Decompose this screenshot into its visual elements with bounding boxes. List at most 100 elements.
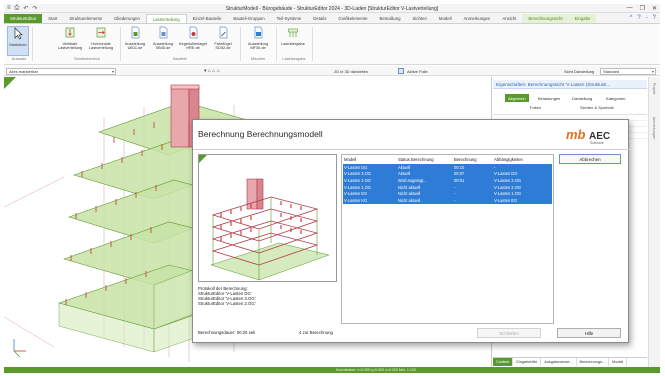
view-2d-in-3d-checkbox[interactable] xyxy=(398,68,404,74)
ribbon-separator xyxy=(32,27,33,61)
wing-sd52-button[interactable]: Fahrflügel SD52.de xyxy=(210,26,236,51)
tab-berechnungssicht[interactable]: Berechnungssicht xyxy=(522,14,569,23)
tab-anmerkungen[interactable]: Anmerkungen xyxy=(458,14,497,23)
tab-details[interactable]: Details xyxy=(307,14,332,23)
ribbon: Markieren Vertikale Lastverteilung Horiz… xyxy=(4,24,660,65)
tab-berechnungen[interactable]: Berechnungs... xyxy=(577,358,610,366)
document-icon xyxy=(131,26,140,39)
tab-grafikelemente[interactable]: Grafikelemente xyxy=(332,14,373,23)
tab-belastungen[interactable]: Belastungen xyxy=(535,94,563,102)
group-label-lastuebergabe: Lastübergabe xyxy=(282,57,306,61)
tab-darstellung[interactable]: Darstellung xyxy=(569,94,595,102)
display-style-select[interactable]: Standard ▾ xyxy=(600,67,656,75)
tab-einzel-bauteile[interactable]: Einzel-Bauteile xyxy=(187,14,228,23)
chevron-down-icon: ▾ xyxy=(651,69,654,74)
group-label-strukturbereich: Strukturbereich xyxy=(74,57,100,61)
properties-header: Eigenschaften: Berechnungssicht 'V-Laste… xyxy=(493,80,647,89)
tab-strukturelemente[interactable]: Strukturelemente xyxy=(63,14,108,23)
group-label-mischen: Mischen xyxy=(250,57,266,61)
maximize-button[interactable]: ❐ xyxy=(640,5,645,12)
tab-bemassung[interactable]: Bemaßung xyxy=(374,14,407,23)
svg-text:mb: mb xyxy=(566,127,586,142)
tab-sichten[interactable]: Sichten xyxy=(407,14,433,23)
bearing-hre-button[interactable]: Kegelrollierlager HRE.de xyxy=(178,26,208,51)
view-toolbar: Alles markierbar ▾ ▾ ⌂ ⌂ ⌂ 2D in 3D darst… xyxy=(4,66,660,76)
info-icon[interactable]: ? xyxy=(653,15,656,21)
tab-allgemein[interactable]: Allgemein xyxy=(505,94,529,102)
side-tab-anmerkungen[interactable]: Anmerkungen xyxy=(652,117,656,139)
tab-eingabe[interactable]: Eingabe xyxy=(568,14,597,23)
ribbon-separator xyxy=(312,27,313,61)
ribbon-separator xyxy=(120,27,121,61)
group-label-bauteile: Bauteile xyxy=(173,57,187,61)
tab-folien[interactable]: Folien xyxy=(527,103,544,111)
tab-bauteil-gruppen[interactable]: Bauteil-Gruppen xyxy=(227,14,270,23)
tab-content[interactable]: Content xyxy=(493,358,514,366)
ribbon-tab-bar: StrukturEditor Start Strukturelemente Gl… xyxy=(4,13,660,24)
side-tab-strip: Projekt Anmerkungen xyxy=(648,77,660,367)
window-controls: — ❐ ✕ xyxy=(627,5,657,12)
svg-text:Software: Software xyxy=(590,141,604,145)
table-row[interactable]: V-Lasten EG Nicht aktuell - V-Lasten 1.O… xyxy=(343,190,552,197)
tab-start[interactable]: Start xyxy=(42,14,63,23)
tab-teil-systeme[interactable]: Teil-Systeme xyxy=(271,14,308,23)
tab-modell-panel[interactable]: Modell xyxy=(609,358,628,366)
load-transfer-button[interactable]: Lastübergabe xyxy=(278,26,308,46)
table-row[interactable]: V-Lasten KG Nicht aktuell - V-Lasten EG xyxy=(343,197,552,204)
tab-file[interactable]: StrukturEditor xyxy=(4,14,43,23)
model-preview xyxy=(198,154,337,282)
cursor-icon xyxy=(14,27,23,40)
chevron-down-icon: ▾ xyxy=(111,69,114,74)
table-row[interactable]: V-Lasten 1.OG Nicht aktuell - V-Lasten 2… xyxy=(343,183,552,191)
ribbon-separator xyxy=(240,27,241,61)
table-row[interactable]: V-Lasten DG Aktuell 00:10 - xyxy=(343,164,552,171)
tab-eingabehilfe[interactable]: Eingabehilfe xyxy=(513,358,542,366)
status-text: Koordinaten: x=0.000 y=0.000 z=0.000 Mst… xyxy=(336,367,416,372)
collapse-ribbon-icon[interactable]: ^ xyxy=(629,15,632,21)
tab-modell[interactable]: Modell xyxy=(433,14,458,23)
tab-lastverteilung[interactable]: Lastverteilung xyxy=(145,14,187,23)
document-icon xyxy=(159,26,168,39)
tab-gliederungen[interactable]: Gliederungen xyxy=(108,14,146,23)
tab-ausgabeverwaltung[interactable]: Ausgabeverwe... xyxy=(541,358,577,366)
column-header-status: Status Berechnung xyxy=(398,157,434,162)
vertical-load-icon xyxy=(65,27,75,38)
duration-label: Berechnungsdauer: 00:20 sek xyxy=(198,330,256,335)
tab-sichten-symbole[interactable]: Sichten & Symbole xyxy=(577,103,617,111)
table-row[interactable]: V-Lasten 2.OG Wird angelegt... 00:01 V-L… xyxy=(343,177,552,184)
side-tab-projekt[interactable]: Projekt xyxy=(652,83,656,94)
options-icon[interactable]: - xyxy=(646,15,648,21)
document-icon xyxy=(219,26,228,39)
cancel-button[interactable]: Abbrechen xyxy=(559,154,621,164)
help-icon[interactable]: ? xyxy=(637,15,640,21)
close-window-button[interactable]: ✕ xyxy=(652,5,657,12)
queue-count-label: 4 zur Berechnung xyxy=(299,330,333,335)
exhibit-sb45-button[interactable]: Ausstellung SB45.de xyxy=(150,26,176,51)
table-row[interactable]: V-Lasten 3.OG Aktuell 00:07 V-Lasten DG xyxy=(343,170,552,178)
active-layer-label: Aktive Folie xyxy=(407,68,428,74)
column-header-model: Modell xyxy=(344,157,357,162)
horizontal-load-distribution-button[interactable]: Horizontale Lastverteilung xyxy=(86,26,116,51)
exhibit-ub11-button[interactable]: Ausstellung UB11.de xyxy=(122,26,148,51)
select-button[interactable]: Markieren xyxy=(7,26,29,56)
selection-filter-select[interactable]: Alles markierbar ▾ xyxy=(6,67,116,75)
document-icon xyxy=(189,26,198,39)
calculation-protocol: Protokoll der Berechnung: StrukturEditor… xyxy=(198,286,256,306)
close-button[interactable]: Schließen xyxy=(477,328,541,338)
calculation-table: Modell Status Berechnung Berechnung Abhä… xyxy=(341,154,554,324)
load-transfer-icon xyxy=(288,28,298,37)
tab-ansicht[interactable]: Ansicht xyxy=(496,14,522,23)
display-style-label: Sicht Darstellung xyxy=(564,68,595,74)
bottom-panel-tabs: Content Eingabehilfe Ausgabeverwe... Ber… xyxy=(493,357,647,366)
minimize-button[interactable]: — xyxy=(627,5,633,12)
vertical-load-distribution-button[interactable]: Vertikale Lastverteilung xyxy=(58,26,82,51)
ribbon-separator xyxy=(276,27,277,61)
view-mode-icons[interactable]: ▾ ⌂ ⌂ ⌂ xyxy=(204,68,220,74)
dialog-divider xyxy=(193,149,630,150)
exhibit-mf30-button[interactable]: Ausstellung MF30.de xyxy=(244,26,272,51)
status-bar: Koordinaten: x=0.000 y=0.000 z=0.000 Mst… xyxy=(4,367,660,373)
dialog-title: Berechnung Berechnungsmodell xyxy=(198,129,323,139)
mbaec-logo: mb AEC Software xyxy=(566,127,620,145)
help-button[interactable]: Hilfe xyxy=(557,328,621,338)
tab-kategorien[interactable]: Kategorien xyxy=(603,94,628,102)
